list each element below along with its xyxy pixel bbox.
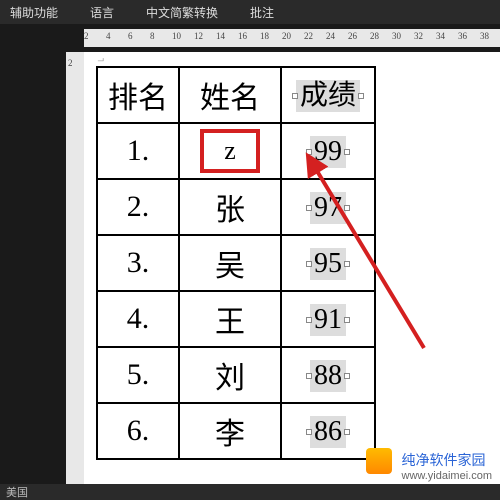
ruler-tick: 12 — [194, 31, 203, 41]
watermark-icon — [366, 448, 392, 474]
cell-rank[interactable]: 2. — [97, 179, 179, 235]
menu-annotations[interactable]: 批注 — [250, 4, 274, 21]
header-score[interactable]: 成绩 — [281, 67, 375, 123]
table-row: 6.李 86 — [97, 403, 375, 459]
ruler-tick: 14 — [216, 31, 225, 41]
ruler-tick: 16 — [238, 31, 247, 41]
table-row: 3.吴 95 — [97, 235, 375, 291]
cell-score[interactable]: 97 — [281, 179, 375, 235]
cell-name[interactable]: z — [179, 123, 281, 179]
watermark: 纯净软件家园 www.yidaimei.com — [402, 450, 492, 482]
watermark-url: www.yidaimei.com — [402, 470, 492, 482]
table-row: 1. z 99 — [97, 123, 375, 179]
score-field[interactable]: 86 — [310, 416, 346, 448]
menu-accessibility[interactable]: 辅助功能 — [10, 4, 58, 21]
score-field[interactable]: 99 — [310, 136, 346, 168]
cell-rank[interactable]: 1. — [97, 123, 179, 179]
ruler-tick: 22 — [304, 31, 313, 41]
ruler-tick: 8 — [150, 31, 155, 41]
left-gutter — [0, 52, 66, 500]
ruler-tick: 26 — [348, 31, 357, 41]
ruler-tick: 34 — [436, 31, 445, 41]
score-field[interactable]: 95 — [310, 248, 346, 280]
table-row: 4.王 91 — [97, 291, 375, 347]
ruler-tick: 2 — [84, 31, 89, 41]
vertical-ruler[interactable]: 2 — [66, 52, 84, 500]
cell-name[interactable]: 王 — [179, 291, 281, 347]
cell-rank[interactable]: 3. — [97, 235, 179, 291]
header-score-field[interactable]: 成绩 — [296, 80, 360, 112]
menu-trad-simp[interactable]: 中文简繁转换 — [146, 4, 218, 21]
highlighted-cell[interactable]: z — [200, 129, 260, 172]
cell-score[interactable]: 99 — [281, 123, 375, 179]
score-field[interactable]: 91 — [310, 304, 346, 336]
status-language: 美国 — [6, 487, 28, 499]
cell-score[interactable]: 88 — [281, 347, 375, 403]
ruler-tick: 20 — [282, 31, 291, 41]
ruler-tick: 36 — [458, 31, 467, 41]
menu-language[interactable]: 语言 — [90, 4, 114, 21]
cell-rank[interactable]: 5. — [97, 347, 179, 403]
cell-name[interactable]: 刘 — [179, 347, 281, 403]
ruler-tick: 32 — [414, 31, 423, 41]
table-row: 5.刘 88 — [97, 347, 375, 403]
score-table: 排名 姓名 成绩 1. z 99 2.张 97 3.吴 95 4.王 91 5.刘 88 6.李 86 — [96, 66, 376, 460]
table-header-row: 排名 姓名 成绩 — [97, 67, 375, 123]
cell-rank[interactable]: 6. — [97, 403, 179, 459]
vruler-tick: 2 — [68, 58, 73, 68]
ruler-tick: 30 — [392, 31, 401, 41]
cell-name[interactable]: 张 — [179, 179, 281, 235]
ruler-tick: 4 — [106, 31, 111, 41]
cell-rank[interactable]: 4. — [97, 291, 179, 347]
document-page: ⌐ 排名 姓名 成绩 1. z 99 2.张 97 3.吴 95 4.王 91 5.刘 88 6.李8… — [84, 52, 500, 500]
ruler-tick: 10 — [172, 31, 181, 41]
ruler-tick: 18 — [260, 31, 269, 41]
ruler-tick: 6 — [128, 31, 133, 41]
ruler-tick: 24 — [326, 31, 335, 41]
status-bar: 美国 — [0, 484, 500, 500]
header-rank[interactable]: 排名 — [97, 67, 179, 123]
cell-score[interactable]: 91 — [281, 291, 375, 347]
cell-name[interactable]: 李 — [179, 403, 281, 459]
score-field[interactable]: 97 — [310, 192, 346, 224]
cell-score[interactable]: 86 — [281, 403, 375, 459]
cell-name[interactable]: 吴 — [179, 235, 281, 291]
cell-score[interactable]: 95 — [281, 235, 375, 291]
ruler-strip: 2468101214161820222426283032343638 — [0, 24, 500, 52]
ruler-tick: 28 — [370, 31, 379, 41]
menu-bar: 辅助功能 语言 中文简繁转换 批注 — [0, 0, 500, 24]
watermark-brand: 纯净软件家园 — [402, 452, 486, 468]
score-field[interactable]: 88 — [310, 360, 346, 392]
header-name[interactable]: 姓名 — [179, 67, 281, 123]
table-row: 2.张 97 — [97, 179, 375, 235]
horizontal-ruler[interactable]: 2468101214161820222426283032343638 — [84, 29, 500, 47]
page-corner-icon: ⌐ — [90, 54, 104, 68]
ruler-tick: 38 — [480, 31, 489, 41]
